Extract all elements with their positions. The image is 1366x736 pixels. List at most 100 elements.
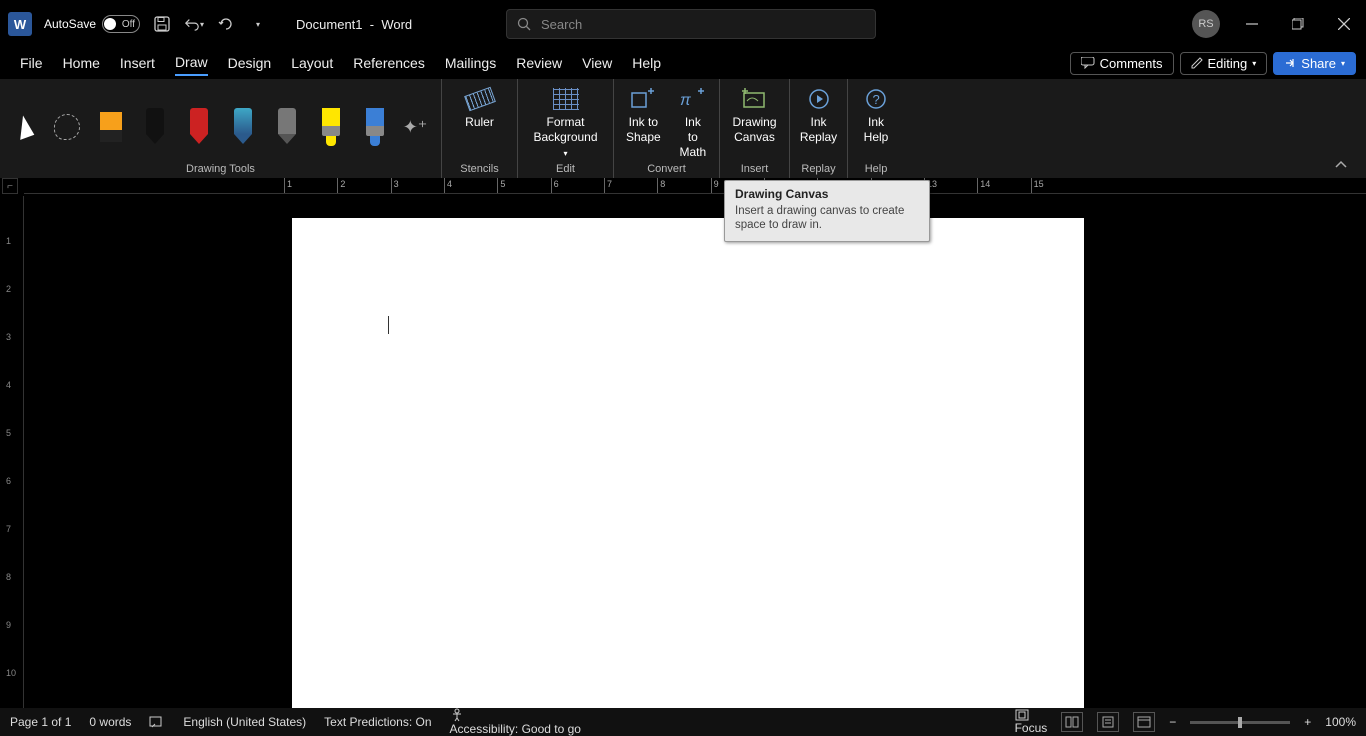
format-background-button[interactable]: FormatBackground ▾ [526,85,605,160]
autosave-toggle[interactable]: AutoSave Off [44,15,140,33]
highlighter-yellow[interactable] [316,108,346,146]
toggle-switch[interactable]: Off [102,15,140,33]
zoom-level[interactable]: 100% [1325,715,1356,729]
redo-button[interactable] [216,14,236,34]
qat-customize[interactable]: ▾ [248,14,268,34]
tooltip-drawing-canvas: Drawing Canvas Insert a drawing canvas t… [724,180,930,242]
search-input[interactable]: Search [506,9,876,39]
zoom-out-button[interactable]: − [1169,715,1176,729]
drawing-canvas-button[interactable]: DrawingCanvas [728,85,780,145]
tab-view[interactable]: View [582,51,612,75]
svg-text:π: π [680,92,691,109]
grid-icon [553,88,579,110]
pencil-tool[interactable] [272,108,302,146]
group-help: ? InkHelp Help [848,79,904,178]
search-icon [517,17,531,31]
undo-button[interactable]: ▾ [184,14,204,34]
group-insert: DrawingCanvas Insert [720,79,790,178]
ink-to-shape-button[interactable]: Ink toShape [622,85,665,145]
ink-to-math-icon: π [680,87,706,111]
tab-draw[interactable]: Draw [175,50,208,76]
autosave-label: AutoSave [44,17,96,31]
tab-layout[interactable]: Layout [291,51,333,75]
group-drawing-tools: ✦⁺ Drawing Tools [0,79,442,178]
read-mode-button[interactable] [1061,712,1083,732]
tooltip-title: Drawing Canvas [735,187,919,201]
ink-to-math-button[interactable]: π Ink toMath [675,85,711,160]
quick-access-toolbar: ▾ ▾ [152,14,268,34]
user-avatar[interactable]: RS [1192,10,1220,38]
focus-icon [1015,709,1029,721]
ink-replay-button[interactable]: InkReplay [796,85,841,145]
group-label: Stencils [442,163,517,178]
tab-help[interactable]: Help [632,51,661,75]
tab-review[interactable]: Review [516,51,562,75]
pen-black[interactable] [140,108,170,146]
ruler-button[interactable]: Ruler [461,85,498,130]
chevron-down-icon[interactable]: ▾ [200,20,204,29]
focus-mode-button[interactable]: Focus [1015,709,1048,735]
status-predictions[interactable]: Text Predictions: On [324,715,431,729]
title-bar: W AutoSave Off ▾ ▾ Document1 - Word Sear… [0,0,1366,48]
status-accessibility[interactable]: Accessibility: Good to go [450,708,581,736]
lasso-select-tool[interactable] [52,114,82,140]
zoom-slider[interactable] [1190,721,1290,724]
vertical-ruler[interactable]: 12345678910 [0,196,24,708]
pen-red[interactable] [184,108,214,146]
group-label: Edit [518,163,613,178]
status-bar: Page 1 of 1 0 words English (United Stat… [0,708,1366,736]
group-replay: InkReplay Replay [790,79,848,178]
action-pen[interactable]: ✦⁺ [404,117,426,138]
restore-button[interactable] [1284,10,1312,38]
pencil-icon [1191,57,1203,69]
tab-home[interactable]: Home [63,51,100,75]
print-layout-button[interactable] [1097,712,1119,732]
ink-help-button[interactable]: ? InkHelp [860,85,893,145]
tab-insert[interactable]: Insert [120,51,155,75]
comment-icon [1081,57,1095,69]
ruler-corner[interactable]: ⌐ [2,178,18,194]
status-language[interactable]: English (United States) [183,715,306,729]
chevron-down-icon: ▾ [1252,59,1256,68]
share-button[interactable]: Share ▾ [1273,52,1356,75]
replay-icon [807,87,831,111]
group-label: Insert [720,163,789,178]
horizontal-ruler-area: ⌐ 123456789101112131415 [0,178,1366,196]
tab-design[interactable]: Design [228,51,272,75]
horizontal-ruler[interactable]: 123456789101112131415 [24,178,1366,194]
comments-button[interactable]: Comments [1070,52,1174,75]
eraser-tool[interactable] [96,112,126,142]
select-tool[interactable] [8,116,38,138]
save-icon[interactable] [152,14,172,34]
svg-text:?: ? [873,92,880,107]
editing-mode-button[interactable]: Editing ▾ [1180,52,1268,75]
status-words[interactable]: 0 words [89,715,131,729]
group-label: Replay [790,163,847,178]
document-canvas[interactable] [24,196,1366,708]
word-app-icon: W [8,12,32,36]
tab-mailings[interactable]: Mailings [445,51,496,75]
toggle-knob [104,18,116,30]
spellcheck-icon[interactable] [149,715,165,729]
web-layout-button[interactable] [1133,712,1155,732]
ribbon: ✦⁺ Drawing Tools Ruler Stencils FormatBa… [0,78,1366,178]
tab-references[interactable]: References [353,51,425,75]
tab-file[interactable]: File [20,51,43,75]
group-convert: Ink toShape π Ink toMath Convert [614,79,720,178]
highlighter-blue[interactable] [360,108,390,146]
group-label: Help [848,163,904,178]
collapse-ribbon-button[interactable] [1334,160,1348,170]
zoom-in-button[interactable]: + [1304,715,1311,729]
close-button[interactable] [1330,10,1358,38]
search-placeholder: Search [541,17,582,32]
page[interactable] [292,218,1084,708]
pen-galaxy[interactable] [228,108,258,146]
document-title: Document1 - Word [296,17,412,32]
minimize-button[interactable] [1238,10,1266,38]
tooltip-body: Insert a drawing canvas to create space … [735,204,919,233]
toggle-state: Off [122,19,135,30]
group-stencils: Ruler Stencils [442,79,518,178]
help-icon: ? [864,87,888,111]
status-page[interactable]: Page 1 of 1 [10,715,71,729]
title-bar-right: RS [1192,10,1358,38]
